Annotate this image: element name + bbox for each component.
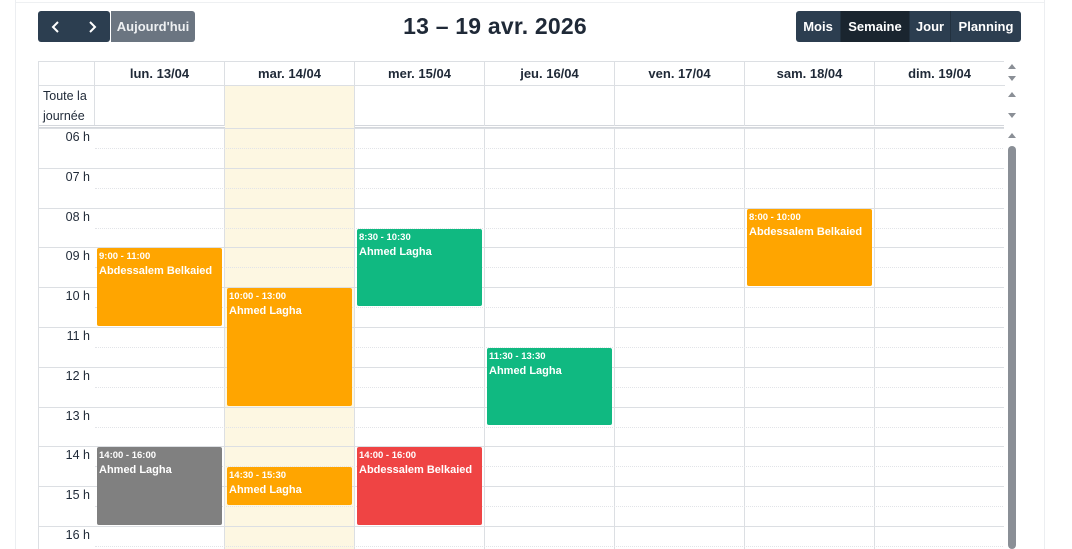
half-hour-line <box>95 506 1005 508</box>
time-label: 08 h <box>65 209 90 224</box>
view-switcher: Mois Semaine Jour Planning <box>796 11 1021 42</box>
event-time: 9:00 - 11:00 <box>99 251 151 263</box>
allday-cell[interactable] <box>875 86 1005 126</box>
chevron-left-icon <box>51 20 59 33</box>
scroll-up-icon[interactable] <box>1008 133 1016 138</box>
event-time: 8:30 - 10:30 <box>359 231 411 243</box>
event-title: Ahmed Lagha <box>229 484 302 497</box>
hour-axis-line <box>39 247 95 249</box>
view-week-button[interactable]: Semaine <box>841 11 910 42</box>
hour-axis-line <box>39 128 95 129</box>
view-day-button[interactable]: Jour <box>910 11 951 42</box>
page-right-margin <box>1044 0 1072 549</box>
hour-axis-line <box>39 327 95 328</box>
event-title: Ahmed Lagha <box>489 364 562 377</box>
time-label: 15 h <box>65 488 90 503</box>
calendar-title: 13 – 19 avr. 2026 <box>403 13 587 39</box>
event-time: 11:30 - 13:30 <box>489 350 546 362</box>
view-planning-button[interactable]: Planning <box>951 11 1021 42</box>
allday-cell[interactable] <box>615 86 745 126</box>
event-title: Ahmed Lagha <box>229 305 302 318</box>
chevron-right-icon <box>89 20 97 33</box>
time-label: 11 h <box>66 329 90 343</box>
time-label: 16 h <box>65 528 90 542</box>
scroll-up-icon[interactable] <box>1008 92 1016 97</box>
time-label: 09 h <box>65 249 90 264</box>
event-title: Ahmed Lagha <box>359 245 432 258</box>
allday-cell[interactable] <box>95 86 225 126</box>
time-label: 13 h <box>65 408 90 423</box>
hour-axis-line <box>39 287 95 289</box>
scroll-up-icon[interactable] <box>1008 64 1016 69</box>
day-header[interactable]: ven. 17/04 <box>615 62 745 86</box>
day-header[interactable]: mer. 15/04 <box>355 62 485 86</box>
hour-line <box>95 167 1005 169</box>
event-time: 14:00 - 16:00 <box>99 450 157 462</box>
page-top-border <box>16 0 1044 3</box>
hour-axis-line <box>39 526 95 527</box>
allday-cell[interactable] <box>745 86 875 126</box>
today-button[interactable]: Aujourd'hui <box>111 11 195 42</box>
day-header[interactable]: sam. 18/04 <box>745 62 875 86</box>
allday-cell[interactable] <box>225 86 355 126</box>
event-title: Abdessalem Belkaied <box>359 464 473 477</box>
calendar-event[interactable]: 9:00 - 11:00 Abdessalem Belkaied <box>97 248 222 326</box>
event-time: 14:00 - 16:00 <box>359 450 417 462</box>
hour-axis-line <box>39 366 95 368</box>
event-time: 14:30 - 15:30 <box>229 470 287 482</box>
time-label: 06 h <box>65 130 90 144</box>
calendar-event[interactable]: 8:30 - 10:30 Ahmed Lagha <box>357 228 482 307</box>
header-scrollbar[interactable] <box>1004 61 1020 85</box>
nav-button-group <box>38 11 110 42</box>
view-month-button[interactable]: Mois <box>796 11 841 42</box>
hour-axis-line <box>39 486 95 488</box>
scroll-down-icon[interactable] <box>1008 76 1016 81</box>
corner-header <box>39 62 95 86</box>
time-label: 10 h <box>65 289 90 304</box>
hour-axis-line <box>39 167 95 169</box>
scrollbar-thumb[interactable] <box>1008 146 1016 549</box>
calendar-event[interactable]: 8:00 - 10:00 Abdessalem Belkaied <box>747 208 872 287</box>
scroll-down-icon[interactable] <box>1008 113 1016 118</box>
page-left-margin <box>0 0 16 549</box>
event-time: 8:00 - 10:00 <box>749 211 801 223</box>
event-title: Ahmed Lagha <box>99 464 172 477</box>
allday-cell[interactable] <box>355 86 485 126</box>
hour-line <box>95 526 1005 527</box>
time-label: 14 h <box>65 448 90 463</box>
calendar-event[interactable]: 14:00 - 16:00 Ahmed Lagha <box>97 447 222 525</box>
half-hour-line <box>95 545 1005 547</box>
event-time: 10:00 - 13:00 <box>229 291 287 303</box>
next-week-button[interactable] <box>74 11 110 42</box>
hour-axis-line <box>39 207 95 209</box>
day-header[interactable]: mar. 14/04 <box>225 62 355 86</box>
calendar-event[interactable]: 10:00 - 13:00 Ahmed Lagha <box>227 288 352 406</box>
allday-label: Toute la journée <box>39 86 95 126</box>
day-header[interactable]: lun. 13/04 <box>95 62 225 86</box>
half-hour-line <box>95 187 1005 189</box>
allday-scrollbar[interactable] <box>1004 86 1020 126</box>
calendar-event[interactable]: 14:30 - 15:30 Ahmed Lagha <box>227 467 352 506</box>
hour-line <box>95 128 1005 129</box>
hour-axis-line <box>39 446 95 448</box>
time-label: 12 h <box>65 368 90 383</box>
allday-cell[interactable] <box>485 86 615 126</box>
day-header[interactable]: dim. 19/04 <box>875 62 1005 86</box>
event-title: Abdessalem Belkaied <box>749 225 863 238</box>
day-header[interactable]: jeu. 16/04 <box>485 62 615 86</box>
week-calendar: Toute la journée lun. 13/04 mar. 14/04 mer… <box>38 61 1020 549</box>
time-label: 07 h <box>65 169 90 184</box>
prev-week-button[interactable] <box>38 11 74 42</box>
hour-axis-line <box>39 406 95 408</box>
hour-line <box>95 446 1005 448</box>
calendar-event[interactable]: 14:00 - 16:00 Abdessalem Belkaied <box>357 447 482 525</box>
half-hour-line <box>95 426 1005 428</box>
calendar-event[interactable]: 11:30 - 13:30 Ahmed Lagha <box>487 347 612 426</box>
half-hour-line <box>95 147 1005 149</box>
event-title: Abdessalem Belkaied <box>99 265 213 278</box>
